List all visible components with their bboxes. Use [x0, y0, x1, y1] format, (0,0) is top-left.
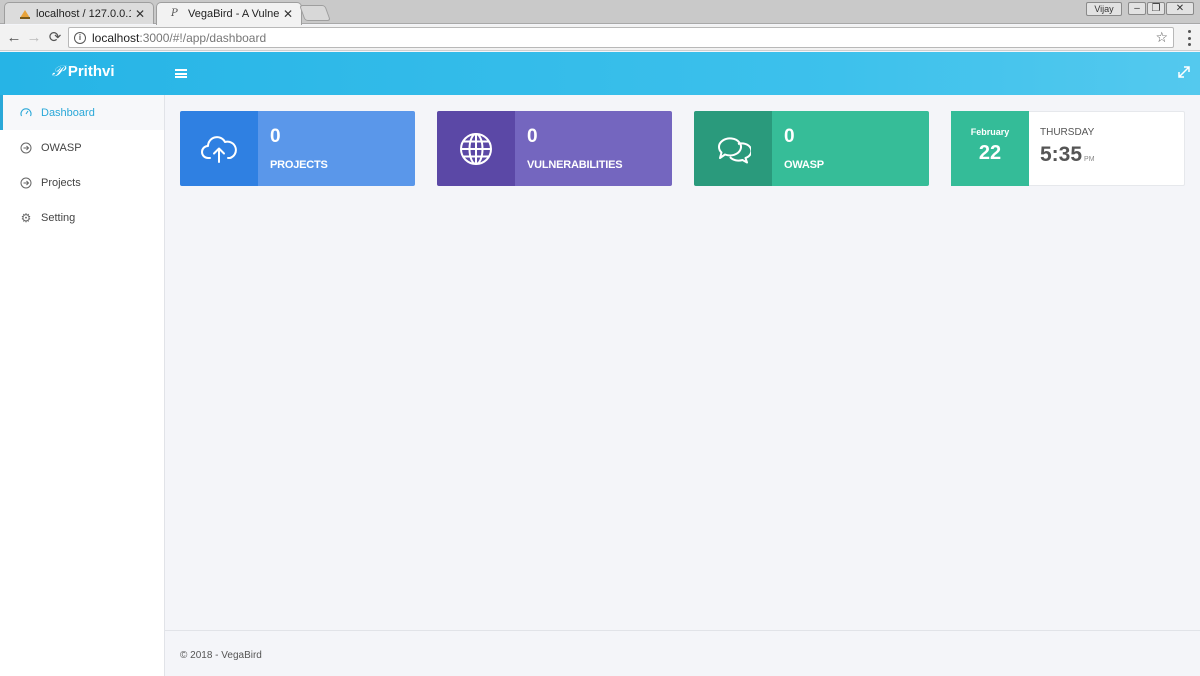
fullscreen-expand-icon[interactable] — [1178, 65, 1190, 81]
date-day: 22 — [978, 142, 1002, 164]
phpmyadmin-icon — [20, 9, 30, 19]
projects-label: PROJECTS — [270, 159, 328, 171]
browser-tab-strip: localhost / 127.0.0.1 / rep ✕ P VegaBird… — [0, 0, 1200, 25]
globe-icon — [437, 111, 515, 186]
sidebar-item-label: Setting — [41, 211, 76, 224]
forward-arrow-icon[interactable]: → — [24, 28, 44, 48]
sidebar: Dashboard OWASP Projects ⚙ Setting — [0, 95, 165, 676]
sidebar-item-label: Dashboard — [41, 106, 95, 119]
window-user-badge[interactable]: Vijay — [1086, 2, 1122, 16]
date-box: February 22 — [951, 111, 1029, 186]
cloud-upload-icon — [180, 111, 258, 186]
vulnerabilities-card[interactable]: 0 VULNERABILITIES — [437, 111, 672, 186]
chat-bubbles-icon — [694, 111, 772, 186]
tab-title: VegaBird - A Vulnerability — [188, 8, 279, 20]
sidebar-item-projects[interactable]: Projects — [0, 165, 164, 200]
sidebar-item-label: OWASP — [41, 141, 82, 154]
arrow-circle-right-icon — [20, 177, 32, 189]
url-path: :3000/#!/app/dashboard — [139, 30, 267, 45]
brand[interactable]: 𝒫 Prithvi — [52, 62, 115, 80]
browser-toolbar: ← → ⟳ i localhost:3000/#!/app/dashboard … — [0, 25, 1200, 51]
new-tab-button[interactable] — [299, 5, 331, 21]
close-icon[interactable]: ✕ — [283, 7, 293, 21]
url-host: localhost — [92, 30, 140, 45]
clock-time-value: 5:35 — [1040, 143, 1083, 166]
vulnerabilities-count: 0 — [527, 126, 538, 147]
reload-icon[interactable]: ⟳ — [45, 28, 65, 48]
minimize-button[interactable]: – — [1128, 2, 1146, 15]
back-arrow-icon[interactable]: ← — [4, 28, 24, 48]
gear-icon: ⚙ — [20, 210, 32, 225]
restore-button[interactable]: ❐ — [1147, 2, 1165, 15]
projects-card[interactable]: 0 PROJECTS — [180, 111, 415, 186]
clock-time: 5:35 PM — [1040, 143, 1095, 167]
prithvi-logo-icon: 𝒫 — [52, 62, 63, 80]
bookmark-star-icon[interactable]: ☆ — [1155, 29, 1168, 46]
owasp-card[interactable]: 0 OWASP — [694, 111, 929, 186]
address-bar[interactable]: i localhost:3000/#!/app/dashboard ☆ — [68, 27, 1174, 48]
projects-count: 0 — [270, 126, 281, 147]
browser-menu-icon[interactable] — [1188, 30, 1192, 46]
time-box: THURSDAY 5:35 PM — [1029, 112, 1184, 185]
date-time-widget: February 22 THURSDAY 5:35 PM — [951, 111, 1185, 186]
weekday: THURSDAY — [1040, 127, 1095, 138]
hamburger-menu-icon[interactable] — [175, 69, 187, 78]
browser-tab-phpmyadmin[interactable]: localhost / 127.0.0.1 / rep ✕ — [4, 2, 154, 24]
prithvi-logo-icon: P — [171, 8, 178, 19]
brand-name: Prithvi — [67, 62, 115, 80]
owasp-count: 0 — [784, 126, 795, 147]
sidebar-item-setting[interactable]: ⚙ Setting — [0, 200, 164, 235]
tab-title: localhost / 127.0.0.1 / rep — [36, 7, 131, 20]
clock-ampm: PM — [1084, 156, 1095, 163]
sidebar-item-owasp[interactable]: OWASP — [0, 130, 164, 165]
window-close-button[interactable]: ✕ — [1166, 2, 1194, 15]
arrow-circle-right-icon — [20, 142, 32, 154]
info-icon[interactable]: i — [74, 31, 86, 44]
browser-tab-vegabird[interactable]: P VegaBird - A Vulnerability ✕ — [156, 2, 302, 25]
sidebar-item-dashboard[interactable]: Dashboard — [0, 95, 164, 130]
speedometer-icon — [20, 107, 32, 119]
owasp-label: OWASP — [784, 159, 824, 171]
app-header: 𝒫 Prithvi — [0, 52, 1200, 95]
close-icon[interactable]: ✕ — [135, 7, 145, 21]
footer: © 2018 - VegaBird — [165, 630, 1200, 676]
date-month: February — [970, 127, 1010, 137]
vulnerabilities-label: VULNERABILITIES — [527, 159, 623, 171]
sidebar-item-label: Projects — [41, 176, 81, 189]
copyright-text: © 2018 - VegaBird — [180, 650, 262, 661]
